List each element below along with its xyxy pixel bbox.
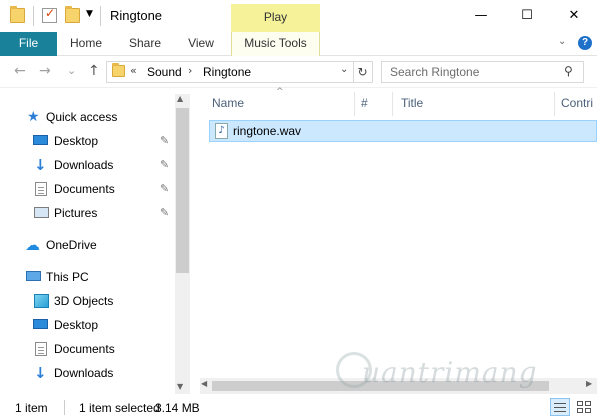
cloud-icon: ☁ <box>25 236 40 254</box>
nav-item-label: Desktop <box>54 318 99 332</box>
grid-icon <box>585 408 591 413</box>
pin-icon[interactable]: ✎ <box>160 206 169 219</box>
nav-item-pictures[interactable]: Pictures ✎ <box>0 202 172 224</box>
nav-item-this-pc[interactable]: This PC <box>0 266 172 288</box>
up-button[interactable]: ↑ <box>88 63 100 79</box>
column-divider[interactable] <box>554 92 555 116</box>
column-divider[interactable] <box>392 92 393 116</box>
nav-item-label: This PC <box>46 270 89 284</box>
nav-item-downloads[interactable]: ↓ Downloads <box>0 362 172 384</box>
nav-item-label: OneDrive <box>46 238 97 252</box>
column-divider[interactable] <box>354 92 355 116</box>
divider <box>64 400 65 415</box>
audio-file-icon: ♪ <box>215 123 228 139</box>
properties-icon[interactable] <box>42 6 57 23</box>
address-dropdown-icon[interactable]: ⌄ <box>340 64 348 75</box>
tab-home[interactable]: Home <box>62 32 110 56</box>
sort-ascending-icon: ^ <box>276 87 284 97</box>
pin-icon[interactable]: ✎ <box>160 158 169 171</box>
nav-item-downloads[interactable]: ↓ Downloads ✎ <box>0 154 172 176</box>
close-button[interactable]: ✕ <box>551 0 597 31</box>
pin-icon[interactable]: ✎ <box>160 182 169 195</box>
divider <box>100 6 101 26</box>
scroll-up-arrow-icon[interactable]: ▲ <box>177 94 183 103</box>
large-icons-view-button[interactable] <box>574 398 594 416</box>
tab-file[interactable]: File <box>0 32 57 56</box>
details-view-button[interactable] <box>550 398 570 416</box>
refresh-button[interactable]: ↻ <box>353 61 373 83</box>
search-placeholder: Search Ringtone <box>390 65 480 79</box>
column-header-name[interactable]: Name <box>212 96 244 110</box>
minimize-button[interactable]: — <box>458 0 504 31</box>
scroll-left-arrow-icon[interactable]: ◀ <box>201 379 207 388</box>
download-arrow-icon: ↓ <box>34 364 47 382</box>
breadcrumb-separator-icon[interactable]: › <box>188 64 192 77</box>
folder-icon <box>112 63 125 77</box>
quick-access-toolbar-dropdown-icon[interactable]: ▼ <box>86 9 96 21</box>
status-selected-size: 3.14 MB <box>155 401 200 415</box>
expand-ribbon-chevron-icon[interactable]: ⌄ <box>558 36 566 47</box>
pictures-icon <box>34 207 49 218</box>
scroll-down-arrow-icon[interactable]: ▼ <box>177 382 183 391</box>
recent-locations-dropdown[interactable]: ⌄ <box>67 64 76 77</box>
grid-icon <box>577 401 583 406</box>
window-title: Ringtone <box>110 8 163 23</box>
nav-item-label: Quick access <box>46 110 118 124</box>
forward-button[interactable]: → <box>39 63 51 79</box>
nav-item-documents[interactable]: Documents ✎ <box>0 178 172 200</box>
nav-pane-scroll-thumb[interactable] <box>176 108 189 273</box>
tab-music-tools[interactable]: Music Tools <box>231 32 320 56</box>
tab-share[interactable]: Share <box>122 32 168 56</box>
file-name[interactable]: ringtone.wav <box>233 124 301 138</box>
download-arrow-icon: ↓ <box>34 156 47 174</box>
cube-icon <box>34 294 49 308</box>
divider <box>33 6 34 26</box>
search-icon: ⚲ <box>564 64 573 78</box>
context-tab-group-label: Play <box>231 4 320 32</box>
pin-icon[interactable]: ✎ <box>160 134 169 147</box>
computer-icon <box>26 271 41 281</box>
document-icon <box>35 182 47 196</box>
back-button[interactable]: ← <box>14 63 26 79</box>
grid-icon <box>577 408 583 413</box>
status-selected-count: 1 item selected <box>79 401 160 415</box>
grid-icon <box>585 401 591 406</box>
nav-item-label: Downloads <box>54 158 114 172</box>
nav-item-quick-access[interactable]: ★ Quick access <box>0 106 172 128</box>
status-item-count: 1 item <box>15 401 48 415</box>
document-icon <box>35 342 47 356</box>
column-header-title[interactable]: Title <box>401 96 423 110</box>
watermark-text: uantrimang <box>362 356 538 389</box>
column-header-number[interactable]: # <box>361 96 368 110</box>
nav-item-desktop[interactable]: Desktop <box>0 314 172 336</box>
folder-icon <box>10 6 25 23</box>
star-icon: ★ <box>27 109 40 125</box>
new-folder-icon[interactable] <box>65 6 80 23</box>
nav-item-label: Desktop <box>54 134 99 148</box>
nav-item-3d-objects[interactable]: 3D Objects <box>0 290 172 312</box>
help-icon[interactable]: ? <box>578 36 592 50</box>
nav-item-desktop[interactable]: Desktop ✎ <box>0 130 172 152</box>
navigation-pane: ★ Quick access Desktop ✎ ↓ Downloads ✎ D… <box>0 94 190 394</box>
column-header-contributing-artists[interactable]: Contri <box>561 96 593 110</box>
nav-item-label: 3D Objects <box>54 294 114 308</box>
nav-item-documents[interactable]: Documents <box>0 338 172 360</box>
scroll-right-arrow-icon[interactable]: ▶ <box>586 379 592 388</box>
nav-item-onedrive[interactable]: ☁ OneDrive <box>0 234 172 256</box>
address-overflow-chevron[interactable]: « <box>130 64 137 77</box>
breadcrumb-ringtone[interactable]: Ringtone <box>203 65 251 79</box>
nav-item-label: Documents <box>54 182 115 196</box>
nav-item-label: Downloads <box>54 366 114 380</box>
maximize-button[interactable]: ☐ <box>504 0 550 31</box>
desktop-icon <box>33 135 48 145</box>
nav-item-label: Pictures <box>54 206 98 220</box>
tab-view[interactable]: View <box>180 32 222 56</box>
breadcrumb-sound[interactable]: Sound <box>147 65 182 79</box>
nav-item-label: Documents <box>54 342 115 356</box>
desktop-icon <box>33 319 48 329</box>
